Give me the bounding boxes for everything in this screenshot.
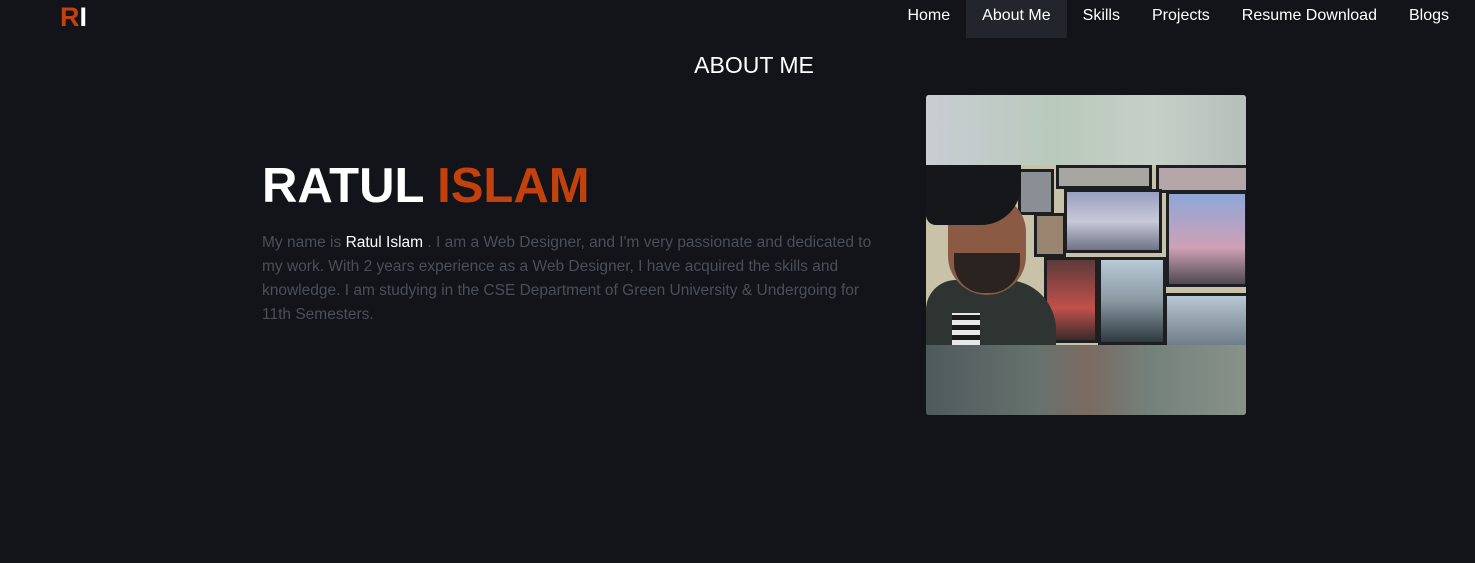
- logo-letter-r: R: [60, 2, 80, 32]
- nav-skills[interactable]: Skills: [1067, 0, 1136, 38]
- nav-resume-download[interactable]: Resume Download: [1226, 0, 1393, 38]
- photo-scene: [926, 165, 1246, 345]
- profile-last-name: ISLAM: [437, 159, 590, 213]
- bio-highlight-name: Ratul Islam: [345, 234, 424, 251]
- section-title: ABOUT ME: [694, 52, 814, 78]
- profile-name-heading: RATUL ISLAM: [262, 158, 590, 214]
- photo-blur-top: [926, 95, 1246, 165]
- wall-frame: [1098, 257, 1166, 345]
- nav-about-me[interactable]: About Me: [966, 0, 1067, 38]
- navbar: RI Home About Me Skills Projects Resume …: [0, 0, 1475, 38]
- profile-photo: [926, 95, 1246, 415]
- photo-blur-bottom: [926, 345, 1246, 415]
- wall-frame: [1164, 293, 1246, 345]
- main-nav: Home About Me Skills Projects Resume Dow…: [891, 0, 1465, 38]
- site-logo[interactable]: RI: [60, 2, 87, 32]
- bio-prefix: My name is: [262, 234, 346, 251]
- profile-bio: My name is Ratul Islam . I am a Web Desi…: [262, 231, 892, 327]
- nav-blogs[interactable]: Blogs: [1393, 0, 1465, 38]
- nav-home[interactable]: Home: [891, 0, 966, 38]
- wall-frame: [1064, 189, 1162, 253]
- wall-frame: [1156, 165, 1246, 193]
- profile-first-name: RATUL: [262, 159, 424, 213]
- wall-frame: [1166, 191, 1246, 287]
- wall-frame: [1034, 213, 1066, 257]
- person-shirt: [952, 313, 980, 345]
- wall-frame: [1018, 169, 1054, 215]
- wall-frame: [1056, 165, 1152, 189]
- nav-projects[interactable]: Projects: [1136, 0, 1226, 38]
- logo-letter-i: I: [79, 2, 88, 32]
